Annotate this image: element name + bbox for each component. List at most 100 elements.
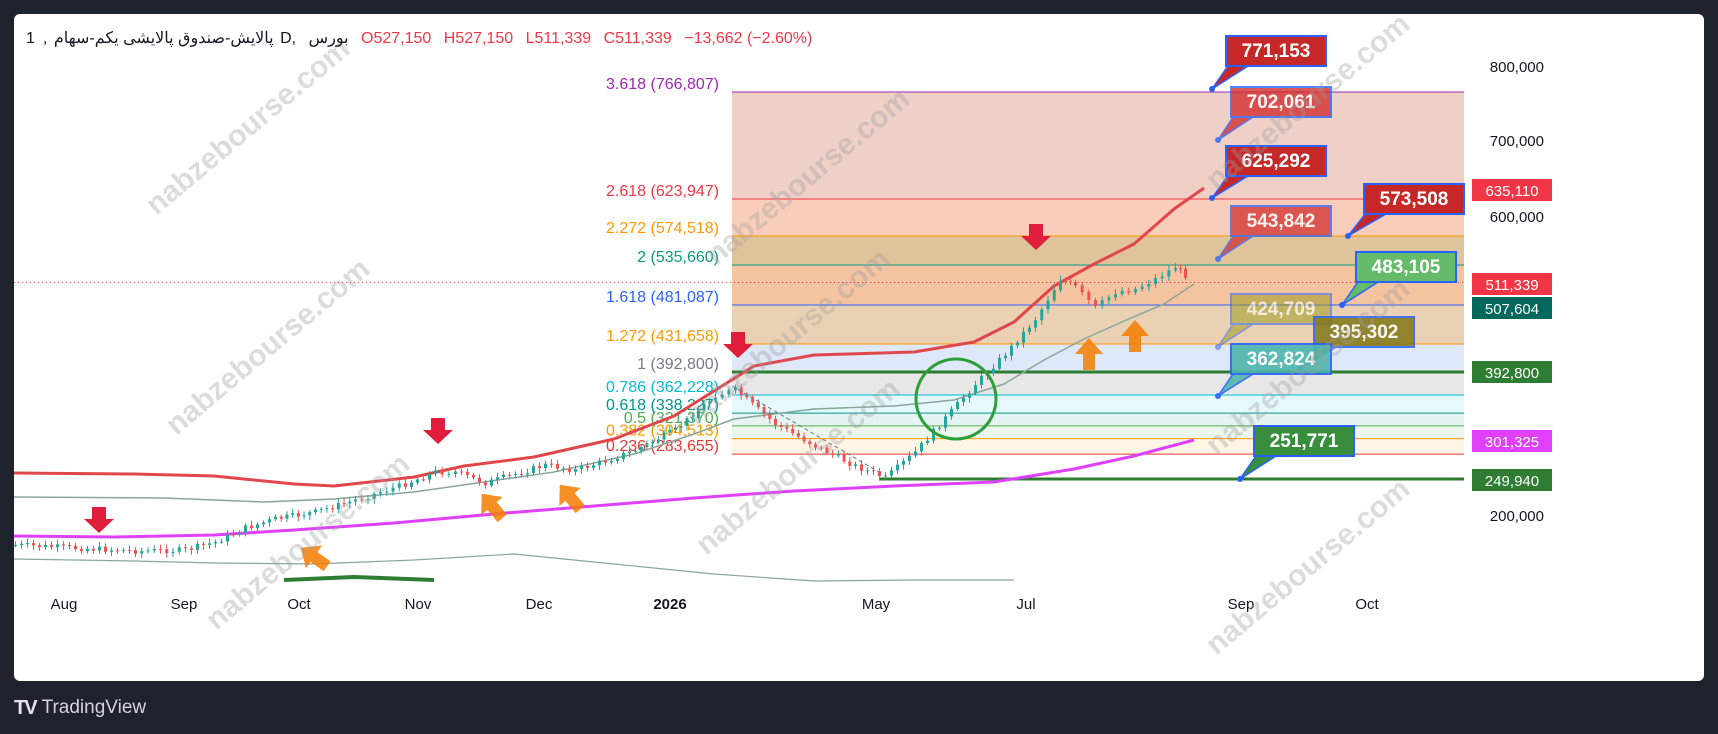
candle-body <box>651 441 655 444</box>
target-callout: 251,771 <box>1237 425 1355 482</box>
candle-body <box>1127 291 1131 293</box>
candle-body <box>202 543 205 545</box>
price-tag-label: 507,604 <box>1485 301 1539 318</box>
band-lower <box>14 553 1014 582</box>
callout-label: 483,105 <box>1372 257 1441 278</box>
candle-body <box>568 468 571 472</box>
candle-body <box>968 393 971 398</box>
candle-body <box>196 543 199 550</box>
callout-anchor <box>1215 344 1221 350</box>
down-arrow-icon <box>84 507 114 533</box>
candle-body <box>866 470 869 472</box>
candle-body <box>20 543 23 545</box>
candle-body <box>460 471 463 473</box>
fib-label-1: 1 (392,800) <box>637 356 719 373</box>
callout-anchor <box>1237 476 1243 482</box>
low-value: L511,339 <box>525 30 592 47</box>
candle-body <box>580 465 583 470</box>
price-tick-label: 200,000 <box>1490 508 1544 525</box>
candle-body <box>86 548 89 552</box>
candle-body <box>440 470 444 475</box>
fib-label-2.618: 2.618 (623,947) <box>606 183 719 200</box>
candle-body <box>944 416 947 428</box>
candle-body <box>639 446 643 451</box>
candle-body <box>177 547 181 552</box>
candle-body <box>232 534 235 536</box>
candle-body <box>592 465 595 468</box>
candle-body <box>1087 292 1091 301</box>
tradingview-logo-icon[interactable]: TV <box>14 697 38 720</box>
candle-body <box>668 429 672 433</box>
callout-anchor <box>1215 256 1221 262</box>
candle-body <box>872 470 875 472</box>
fib-label-1.272: 1.272 (431,658) <box>606 328 719 345</box>
change-value: −13,662 (−2.60%) <box>684 30 813 47</box>
candle-body <box>1184 268 1187 278</box>
open-value: O527,150 <box>361 30 432 47</box>
callout-anchor <box>1215 393 1221 399</box>
candle-body <box>532 466 535 474</box>
candle-body <box>586 465 589 468</box>
ohlc-legend: 1, پالایش-صندوق پالایشی یکم-سهام D, بورس… <box>26 30 813 47</box>
candle-body <box>1114 294 1117 298</box>
candle-body <box>268 519 271 523</box>
candle-body <box>860 464 863 471</box>
candle-body <box>779 425 783 427</box>
candle-body <box>146 550 150 552</box>
price-tag-label: 249,940 <box>1485 473 1539 490</box>
candle-body <box>962 397 965 402</box>
tradingview-brand[interactable]: TradingView <box>42 697 147 719</box>
price-tag-label: 511,339 <box>1485 277 1538 294</box>
candle-body <box>1028 327 1031 332</box>
callout-label: 771,153 <box>1242 41 1311 62</box>
candle-body <box>50 544 53 548</box>
candle-body <box>1016 342 1019 346</box>
candle-body <box>134 550 137 554</box>
candle-body <box>1167 270 1171 277</box>
candle-body <box>622 452 625 459</box>
candle-body <box>926 440 929 444</box>
candle-body <box>308 512 312 516</box>
candle-body <box>447 473 451 475</box>
candle-body <box>279 516 283 519</box>
price-tick-label: 600,000 <box>1490 209 1544 226</box>
candle-body <box>645 443 649 447</box>
candle-body <box>250 525 253 529</box>
watermark-text: nabzebourse.com <box>160 252 377 441</box>
candle-body <box>1074 282 1077 286</box>
fib-label-3.618: 3.618 (766,807) <box>606 76 719 93</box>
candle-body <box>679 426 683 428</box>
price-chart[interactable]: 0.236 (283,655)0.382 (304,513)0.5 (321,3… <box>14 14 1704 681</box>
candle-body <box>890 470 893 476</box>
candle-body <box>938 427 941 429</box>
callout-anchor <box>1345 233 1351 239</box>
candle-body <box>238 532 241 535</box>
candle-body <box>110 550 113 552</box>
candle-body <box>1034 320 1037 328</box>
candle-body <box>410 482 413 487</box>
candle-body <box>791 428 795 434</box>
candle-body <box>104 546 107 552</box>
candle-body <box>128 550 131 552</box>
candle-body <box>774 418 777 426</box>
candle-body <box>980 375 983 385</box>
candle-body <box>68 545 71 547</box>
chart-frame[interactable]: 0.236 (283,655) 0.382 (304,513) 0.5 (321,3… <box>14 14 1704 681</box>
candle-body <box>992 368 995 374</box>
candle-body <box>122 550 125 552</box>
callout-label: 251,771 <box>1270 431 1339 452</box>
candle-body <box>1040 309 1044 321</box>
candle-body <box>842 454 846 462</box>
candle-body <box>796 433 800 437</box>
candle-body <box>466 471 469 475</box>
candle-body <box>1094 300 1097 307</box>
candle-body <box>1160 276 1164 279</box>
candle-body <box>514 473 517 475</box>
fib-label-1.618: 1.618 (481,087) <box>606 289 719 306</box>
candle-body <box>604 460 607 463</box>
exchange-label: بورس <box>308 30 349 47</box>
candle-body <box>262 522 265 525</box>
symbol-label[interactable]: پالایش-صندوق پالایشی یکم-سهام <box>54 30 274 47</box>
time-tick-label: Jul <box>1016 596 1035 613</box>
candle-body <box>616 458 619 461</box>
